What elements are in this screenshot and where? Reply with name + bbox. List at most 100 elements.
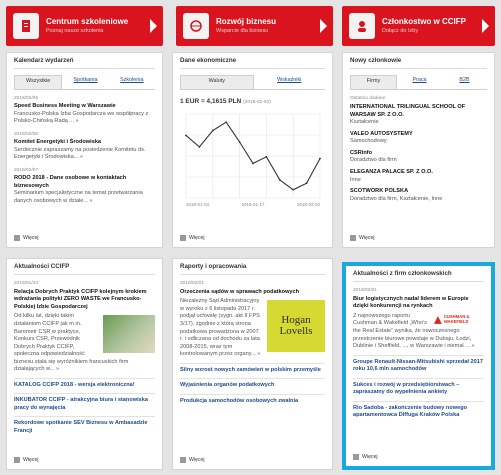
news-panel: Aktualności CCIFP 2018/01/23 Relacja Dob… [6, 258, 163, 470]
more-icon [353, 454, 359, 461]
currency-tabs: Waluty Wskaźniki [180, 75, 326, 90]
tab-all[interactable]: Wszystkie [14, 75, 63, 89]
tab-trainings[interactable]: Szkolenia [109, 75, 155, 88]
member-name[interactable]: ELEGANZA PALACE SP. Z O.O. [350, 169, 487, 177]
members-tabs: Firmy Praca B2B [350, 75, 487, 90]
report-link[interactable]: Silny wzrost nowych zamówień w polskim p… [180, 362, 325, 375]
event-item[interactable]: 2018/02/06 Komitet Energetyki i Środowis… [14, 132, 155, 162]
member-news-title[interactable]: Biur logistycznych nadal liderem w Europ… [353, 296, 484, 311]
cushman-wakefield-logo: CUSHMAN & WAKEFIELD [434, 314, 484, 325]
globe-icon [183, 13, 209, 39]
members-icon [349, 13, 375, 39]
panel-title: Aktualności CCIFP [14, 263, 155, 276]
banner-subtitle: Wsparcie dla biznesu [216, 27, 269, 34]
member-news-link[interactable]: Groupe Renault-Nissan-Mitsubishi sprzeda… [353, 354, 484, 374]
news-link[interactable]: KATALOG CCIFP 2018 - wersja elektroniczn… [14, 377, 155, 390]
report-title[interactable]: Orzeczenia sądów w sprawach podatkowych [180, 289, 325, 297]
member-name[interactable]: CSRinfo [350, 150, 487, 158]
event-title[interactable]: Komitet Energetyki i Środowiska [14, 139, 155, 147]
hogan-lovells-logo: Hogan Lovells [267, 300, 325, 353]
more-button[interactable]: Więcej [180, 457, 205, 464]
x-tick-label: 2018-02-02 [297, 202, 321, 207]
more-button[interactable]: Więcej [353, 454, 378, 461]
event-item[interactable]: 2018/02/06 Speed Business Meeting w Wars… [14, 96, 155, 126]
banner-membership[interactable]: Członkostwo w CCIFP Dołącz do Izby [342, 6, 495, 46]
more-button[interactable]: Więcej [14, 457, 39, 464]
member-category: Doradztwo dla firm [350, 157, 397, 164]
currency-panel: Dane ekonomiczne Waluty Wskaźniki 1 EUR … [172, 52, 333, 248]
report-link[interactable]: Produkcja samochodów osobowych zwalnia [180, 393, 325, 406]
data-point [198, 146, 201, 149]
tab-meetings[interactable]: Spotkania [62, 75, 108, 88]
banner-subtitle: Dołącz do Izby [382, 27, 419, 34]
panel-title: Dane ekonomiczne [180, 57, 325, 70]
data-point [211, 129, 214, 132]
event-title[interactable]: RODO 2018 - Dane osobowe w kontaktach bi… [14, 175, 155, 190]
data-point [305, 182, 308, 185]
member-category: Doradztwo dla firm, Kształcenie, Inne [350, 195, 443, 202]
more-label: Więcej [362, 453, 378, 460]
tab-b2b[interactable]: B2B [442, 75, 487, 88]
document-icon [13, 13, 39, 39]
member-name[interactable]: VALEO AUTOSYSTEMY [350, 131, 487, 139]
more-icon [14, 457, 20, 464]
news-link[interactable]: INKUBATOR CCIFP - atrakcyjna biura i sta… [14, 393, 155, 412]
rate-display: 1 EUR = 4,1615 PLN (2018-02-02) [180, 98, 325, 107]
report-link[interactable]: Wyjaśnienia organów podatkowych [180, 378, 325, 390]
event-item[interactable]: 2018/02/07 RODO 2018 - Dane osobowe w ko… [14, 168, 155, 206]
member-name[interactable]: SCOTWORK POLSKA [350, 188, 487, 196]
panel-title: Aktualności z firm członkowskich [353, 270, 484, 283]
tab-jobs[interactable]: Praca [397, 75, 442, 88]
members-panel: Nowy członkowie Firmy Praca B2B Ostatnio… [342, 52, 495, 248]
logo-text: CUSHMAN & WAKEFIELD [443, 314, 470, 324]
x-tick-label: 2018-01-03 [186, 202, 210, 207]
arrow-right-icon [320, 19, 327, 33]
data-point [252, 162, 254, 165]
member-item[interactable]: SCOTWORK POLSKA Doradztwo dla firm, Kszta… [350, 188, 487, 203]
more-button[interactable]: Więcej [14, 235, 39, 242]
events-tabs: Wszystkie Spotkania Szkolenia [14, 75, 155, 90]
tab-companies[interactable]: Firmy [350, 75, 397, 89]
member-news-panel: Aktualności z firm członkowskich 2018/02… [342, 262, 495, 470]
member-item[interactable]: CSRinfo Doradztwo dla firm [350, 150, 487, 165]
member-news-date: 2018/02/01 [353, 288, 378, 294]
banner-training[interactable]: Centrum szkoleniowe Poznaj nasze szkoleni… [6, 6, 163, 46]
more-icon [350, 235, 356, 242]
news-title[interactable]: Relacja Dobrych Praktyk CCIFP kolejnym k… [14, 289, 155, 312]
member-news-link[interactable]: Rio Sadoba - zakończenie budowy nowego a… [353, 400, 484, 420]
events-panel: Kalendarz wydarzeń Wszystkie Spotkania S… [6, 52, 163, 248]
event-date: 2018/02/06 [14, 95, 39, 101]
reports-panel: Raporty i opracowania 2018/02/01 Orzecze… [172, 258, 333, 470]
x-tick-label: 2018-01-17 [241, 202, 265, 207]
event-desc: Serdecznie zapraszamy na posiedzenie Kom… [14, 146, 146, 161]
tab-currencies[interactable]: Waluty [180, 75, 254, 89]
rate-date: (2018-02-02) [243, 99, 271, 105]
more-button[interactable]: Więcej [350, 235, 375, 242]
arrow-right-icon [482, 19, 489, 33]
data-point [225, 121, 228, 124]
event-desc: Seminarium specjalistyczne na temat prze… [14, 190, 143, 204]
data-point [185, 134, 187, 137]
event-title[interactable]: Speed Business Meeting w Warszawie [14, 103, 155, 111]
rate-label: 1 EUR = 4,1615 PLN [180, 97, 242, 105]
panel-title: Nowy członkowie [350, 57, 487, 70]
news-link[interactable]: Rekordowe spotkanie SEV Biznesu w Ambasa… [14, 416, 155, 435]
data-point [238, 141, 241, 144]
member-item[interactable]: VALEO AUTOSYSTEMY Samochodowy [350, 131, 487, 146]
more-icon [14, 235, 20, 242]
more-label: Więcej [189, 456, 205, 463]
member-item[interactable]: INTERNATIONAL TRILINGUAL SCHOOL OF WARSA… [350, 104, 487, 127]
data-point [278, 179, 281, 182]
member-name[interactable]: INTERNATIONAL TRILINGUAL SCHOOL OF WARSA… [350, 104, 487, 119]
more-button[interactable]: Więcej [180, 235, 205, 242]
tab-indicators[interactable]: Wskaźniki [254, 75, 326, 88]
more-label: Więcej [189, 234, 205, 241]
more-label: Więcej [23, 456, 39, 463]
member-item[interactable]: ELEGANZA PALACE SP. Z O.O. Inne [350, 169, 487, 184]
banner-business[interactable]: Rozwój biznesu Wsparcie dla biznesu [176, 6, 333, 46]
banner-title: Rozwój biznesu [216, 16, 276, 26]
logo-line-2: Lovells [279, 325, 313, 338]
news-image [103, 315, 155, 354]
panel-title: Kalendarz wydarzeń [14, 57, 155, 70]
member-news-link[interactable]: Sukces i rozwój w przedsiębiorstwach – z… [353, 377, 484, 397]
